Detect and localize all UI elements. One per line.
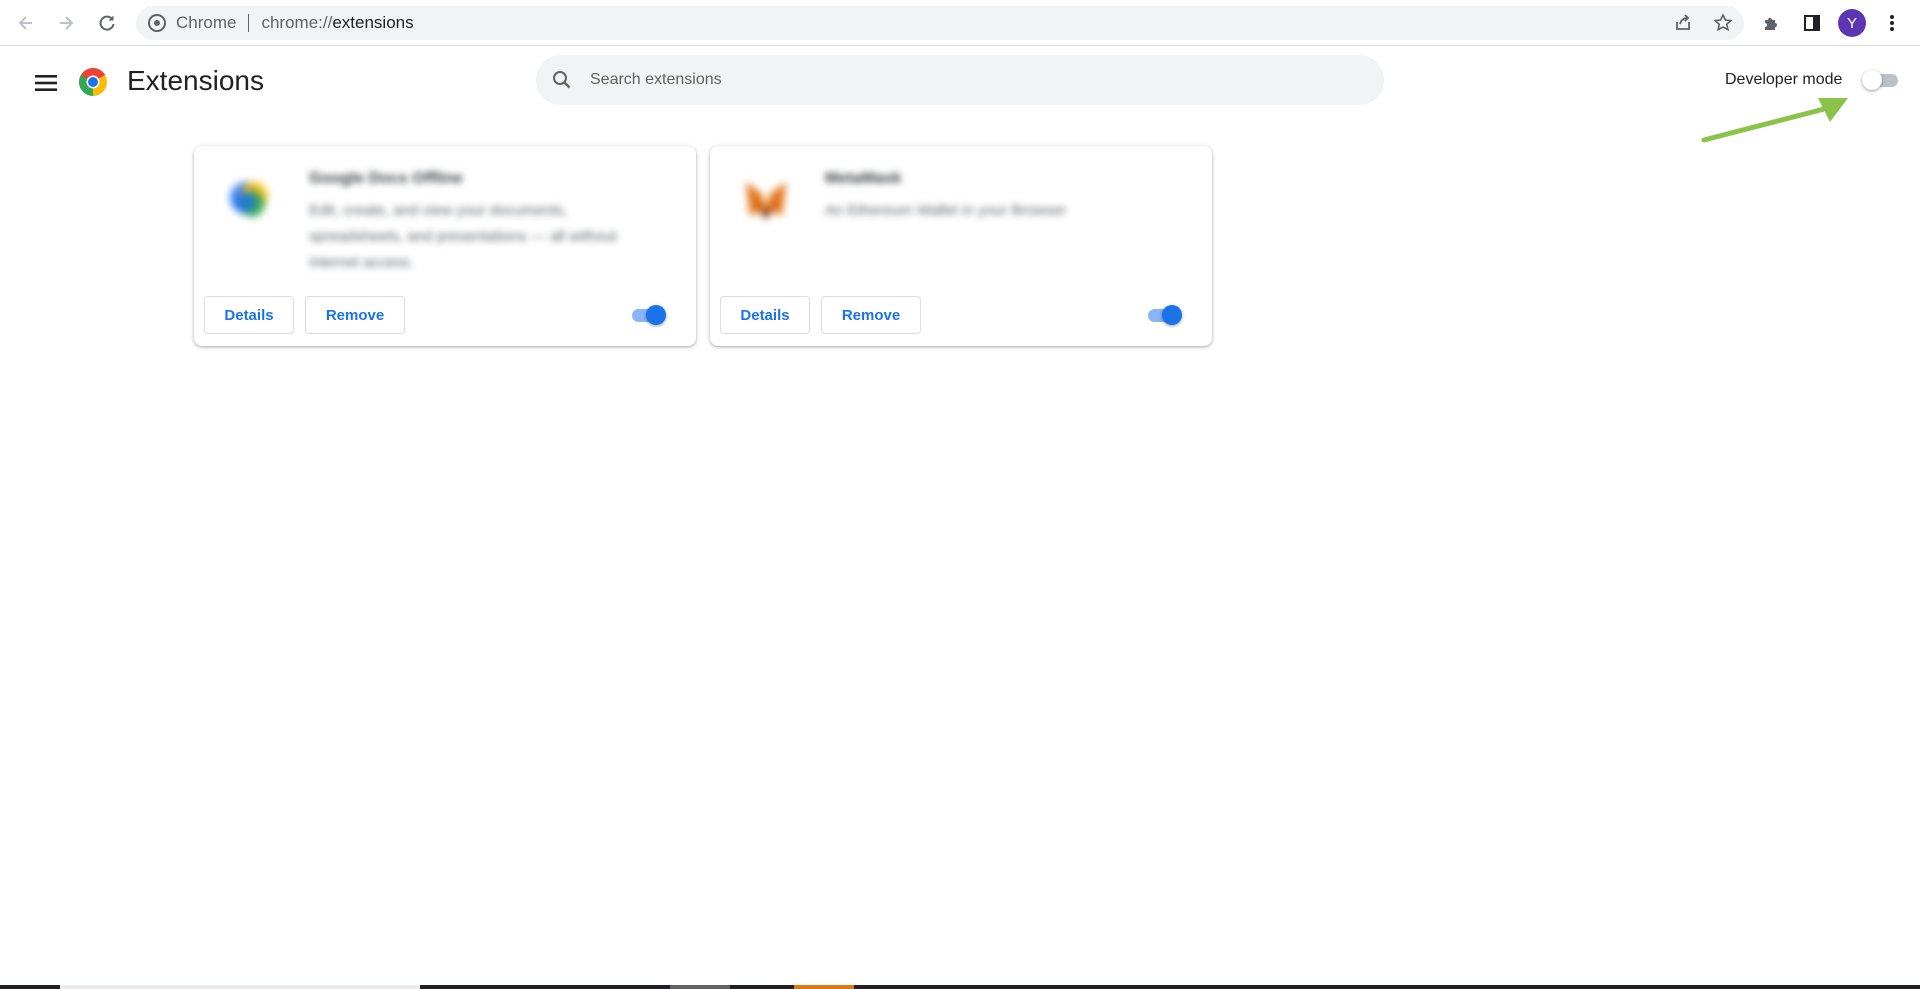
extension-name: MetaMask xyxy=(825,170,902,187)
developer-mode-toggle[interactable] xyxy=(1862,68,1900,92)
extension-description: Edit, create, and view your documents, s… xyxy=(309,202,617,271)
share-icon[interactable] xyxy=(1666,6,1700,40)
forward-arrow-icon[interactable] xyxy=(50,7,82,39)
star-icon[interactable] xyxy=(1706,6,1740,40)
metamask-fox-icon xyxy=(738,172,794,228)
search-input[interactable] xyxy=(590,71,1350,89)
extensions-header: Extensions Developer mode xyxy=(0,47,1920,115)
toggle-knob xyxy=(1862,70,1882,90)
address-bar[interactable]: Chrome chrome://extensions xyxy=(136,6,1744,40)
profile-avatar[interactable]: Y xyxy=(1836,7,1868,39)
chrome-site-icon xyxy=(148,14,166,32)
puzzle-icon[interactable] xyxy=(1756,7,1788,39)
omnibox-divider xyxy=(248,14,250,32)
taskbar-strip xyxy=(0,985,1920,989)
kebab-menu-icon[interactable] xyxy=(1876,7,1908,39)
annotation-arrow xyxy=(1701,98,1848,143)
google-docs-offline-icon xyxy=(222,172,278,228)
remove-button[interactable]: Remove xyxy=(821,296,921,334)
hamburger-menu-icon[interactable] xyxy=(30,67,62,99)
taskbar-segment xyxy=(60,985,420,989)
toggle-knob xyxy=(646,305,666,325)
extension-card: MetaMask An Ethereum Wallet in your Brow… xyxy=(710,146,1212,346)
taskbar-segment xyxy=(670,985,730,989)
details-button[interactable]: Details xyxy=(204,296,294,334)
developer-mode-label: Developer mode xyxy=(1725,71,1843,88)
url-scheme: chrome:// xyxy=(261,13,333,32)
side-panel-icon[interactable] xyxy=(1796,7,1828,39)
browser-toolbar: Chrome chrome://extensions Y xyxy=(0,0,1920,46)
extension-enable-toggle[interactable] xyxy=(628,303,666,327)
extension-name: Google Docs Offline xyxy=(309,170,463,187)
toggle-knob xyxy=(1162,305,1182,325)
extension-enable-toggle[interactable] xyxy=(1144,303,1182,327)
chrome-logo-icon xyxy=(78,67,108,97)
search-bar[interactable] xyxy=(536,55,1384,105)
avatar: Y xyxy=(1838,9,1866,37)
taskbar-segment xyxy=(794,985,854,989)
back-arrow-icon[interactable] xyxy=(10,7,42,39)
reload-icon[interactable] xyxy=(91,7,123,39)
extension-card: Google Docs Offline Edit, create, and vi… xyxy=(194,146,696,346)
search-icon xyxy=(550,68,574,92)
details-button[interactable]: Details xyxy=(720,296,810,334)
page-title: Extensions xyxy=(127,65,264,96)
extension-description: An Ethereum Wallet in your Browser xyxy=(825,202,1067,219)
url-path: extensions xyxy=(332,13,414,32)
remove-button[interactable]: Remove xyxy=(305,296,405,334)
site-label: Chrome xyxy=(176,13,237,32)
url-text[interactable]: chrome://extensions xyxy=(261,13,413,33)
